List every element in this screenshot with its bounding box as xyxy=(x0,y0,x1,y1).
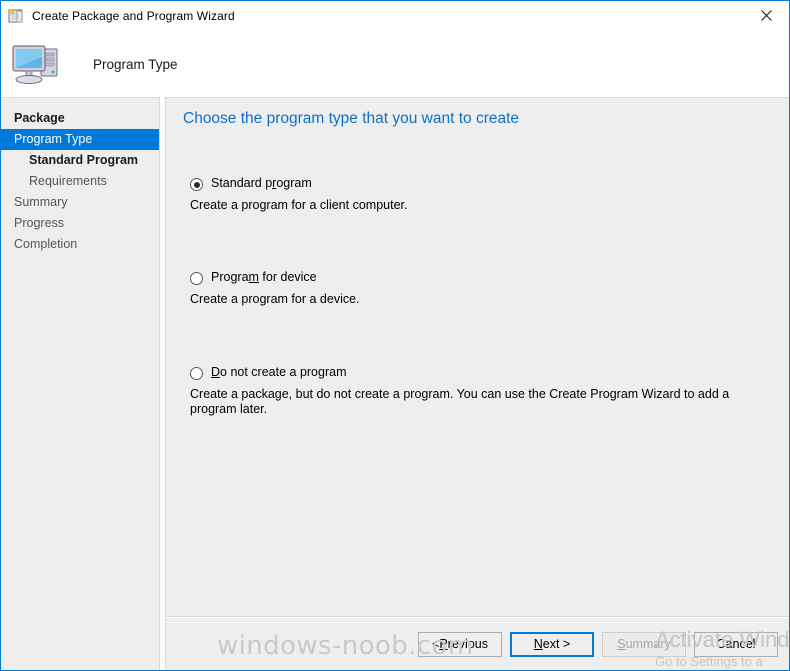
sidebar-item-progress[interactable]: Progress xyxy=(1,213,159,234)
close-icon[interactable] xyxy=(743,1,789,30)
wizard-window: Create Package and Program Wizard Progra… xyxy=(0,0,790,671)
sidebar-item-requirements[interactable]: Requirements xyxy=(1,171,159,192)
option-standard-program[interactable]: Standard program Create a program for a … xyxy=(190,176,777,213)
sidebar-item-standard-program[interactable]: Standard Program xyxy=(1,150,159,171)
title-bar: Create Package and Program Wizard xyxy=(1,1,789,31)
next-button[interactable]: Next > xyxy=(510,631,594,657)
content-wrapper: Choose the program type that you want to… xyxy=(160,97,789,670)
wizard-body: Package Program Type Standard Program Re… xyxy=(1,97,789,670)
option-do-not-create-program[interactable]: Do not create a program Create a package… xyxy=(190,365,777,417)
option-label-do-not-create-program: Do not create a program xyxy=(211,365,347,379)
option-description-do-not-create-program: Create a package, but do not create a pr… xyxy=(190,387,730,416)
sidebar-item-program-type[interactable]: Program Type xyxy=(1,129,159,150)
sidebar-item-package[interactable]: Package xyxy=(1,108,159,129)
program-type-radio-group: Standard program Create a program for a … xyxy=(190,176,777,417)
option-label-standard-program: Standard program xyxy=(211,176,312,190)
wizard-package-icon xyxy=(8,8,24,24)
content-heading: Choose the program type that you want to… xyxy=(183,110,520,127)
previous-button[interactable]: < Previous xyxy=(418,631,502,657)
option-label-program-for-device: Program for device xyxy=(211,270,317,284)
wizard-step-nav: Package Program Type Standard Program Re… xyxy=(1,97,160,670)
sidebar-item-summary[interactable]: Summary xyxy=(1,192,159,213)
wizard-header: Program Type xyxy=(1,31,789,97)
sidebar-item-completion[interactable]: Completion xyxy=(1,234,159,255)
option-description-standard-program: Create a program for a client computer. xyxy=(190,198,408,212)
radio-program-for-device[interactable] xyxy=(190,272,203,285)
summary-button: Summary xyxy=(602,631,686,657)
radio-standard-program[interactable] xyxy=(190,178,203,191)
window-title: Create Package and Program Wizard xyxy=(32,9,235,23)
cancel-button[interactable]: Cancel xyxy=(694,631,778,657)
computer-monitor-icon xyxy=(9,40,65,88)
content-panel: Choose the program type that you want to… xyxy=(165,97,789,617)
radio-do-not-create-program[interactable] xyxy=(190,367,203,380)
option-description-program-for-device: Create a program for a device. xyxy=(190,292,360,306)
wizard-footer: < Previous Next > Summary Cancel xyxy=(165,617,789,670)
option-program-for-device[interactable]: Program for device Create a program for … xyxy=(190,270,777,307)
page-title: Program Type xyxy=(93,56,178,72)
